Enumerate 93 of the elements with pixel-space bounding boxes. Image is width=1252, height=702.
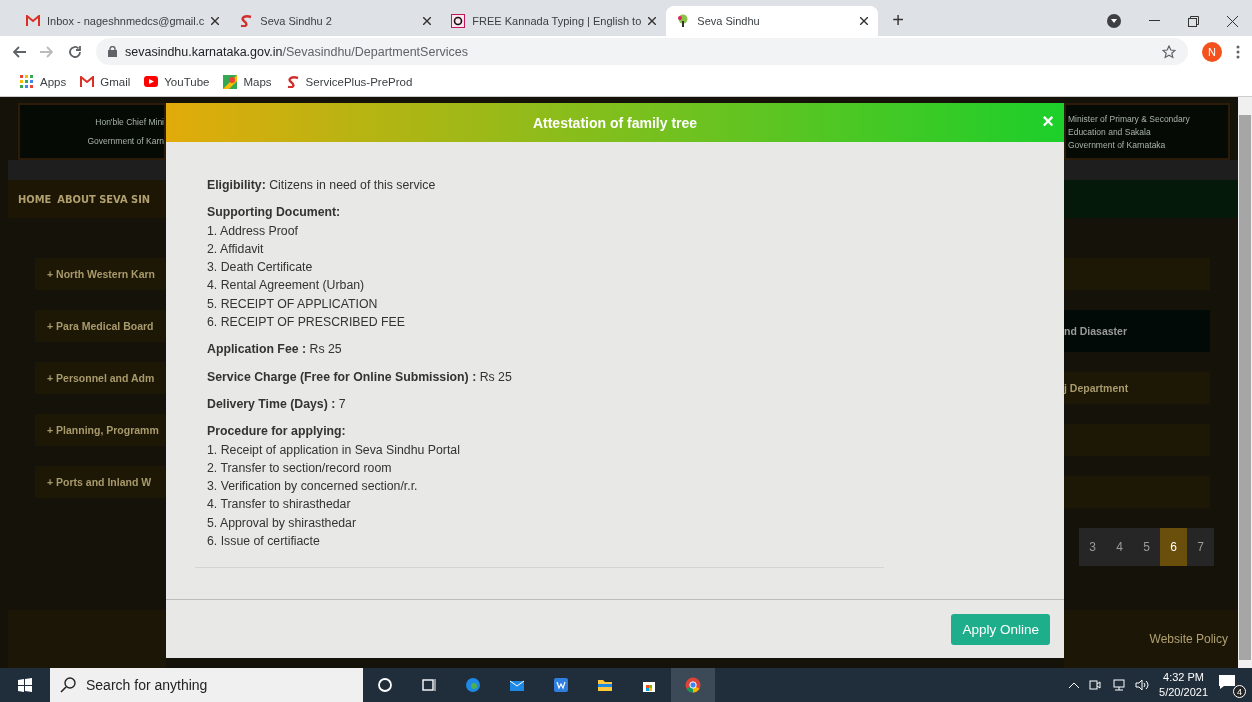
- list-item: 6. RECEIPT OF PRESCRIBED FEE: [207, 314, 406, 332]
- clock[interactable]: 4:32 PM 5/20/2021: [1159, 670, 1208, 700]
- list-item: 2. Affidavit: [207, 240, 265, 258]
- star-icon[interactable]: [1162, 44, 1176, 59]
- department-item[interactable]: nd Diasaster: [1064, 310, 1210, 352]
- folder-icon[interactable]: [597, 677, 613, 693]
- notification-badge: 4: [1233, 685, 1246, 698]
- chrome-logo-icon[interactable]: [685, 677, 701, 693]
- browser-swirl-icon[interactable]: [465, 677, 481, 693]
- back-arrow-icon[interactable]: [12, 45, 26, 58]
- nav-link[interactable]: HOME: [18, 192, 52, 206]
- modal-title: Attestation of family tree: [532, 114, 698, 131]
- section-heading: Procedure for applying:: [207, 423, 347, 441]
- search-icon: [60, 677, 76, 693]
- minimize-icon[interactable]: [1149, 20, 1160, 22]
- browser-tab[interactable]: FREE Kannada Typing | English to: [441, 6, 667, 36]
- browser-tab[interactable]: Seva Sindhu 2: [229, 6, 442, 36]
- page-button[interactable]: 5: [1133, 528, 1160, 566]
- swoosh-icon: [239, 15, 254, 27]
- department-item[interactable]: + Ports and Inland W: [35, 466, 166, 498]
- list-item: 1. Address Proof: [207, 222, 299, 240]
- close-icon[interactable]: [423, 17, 432, 25]
- page-button[interactable]: 3: [1079, 528, 1106, 566]
- list-item: 3. Verification by concerned section/r.r.: [207, 478, 419, 496]
- speaker-icon[interactable]: [1135, 679, 1150, 691]
- banner-text: Minister of Primary & Secondary: [1068, 113, 1191, 124]
- section-heading: Supporting Document:: [207, 204, 342, 222]
- bookmark-link[interactable]: ServicePlus-PreProd: [305, 75, 413, 88]
- new-tab-button[interactable]: +: [892, 9, 904, 32]
- browser-tab[interactable]: Seva Sindhu: [666, 6, 879, 36]
- windows-logo-icon[interactable]: [18, 678, 32, 692]
- bookmark-link[interactable]: Gmail: [100, 75, 131, 88]
- clock-time: 4:32 PM: [1163, 670, 1204, 685]
- detail-text: Service Charge (Free for Online Submission) : Rs 25: [207, 368, 513, 386]
- department-item[interactable]: + North Western Karn: [35, 258, 166, 290]
- bookmark-link[interactable]: Apps: [40, 75, 67, 88]
- detail-text: Eligibility: Citizens in need of this service: [207, 177, 437, 194]
- close-icon[interactable]: [1227, 15, 1238, 27]
- letter-icon: [451, 14, 466, 28]
- banner-text: Education and Sakala: [1068, 126, 1152, 137]
- scrollbar[interactable]: [1238, 97, 1252, 668]
- department-item[interactable]: + Personnel and Adm: [35, 362, 166, 394]
- network-icon[interactable]: [1111, 679, 1126, 691]
- clock-date: 5/20/2021: [1159, 685, 1208, 700]
- department-item[interactable]: + Para Medical Board: [35, 310, 166, 342]
- circle-icon[interactable]: [377, 677, 393, 693]
- url-text: sevasindhu.karnataka.gov.in/Sevasindhu/DepartmentServices: [125, 44, 469, 59]
- detail-text: Application Fee : Rs 25: [207, 341, 343, 359]
- envelope-icon: [26, 15, 40, 27]
- address-bar[interactable]: sevasindhu.karnataka.gov.in/Sevasindhu/DepartmentServices: [96, 38, 1188, 65]
- more-icon[interactable]: [1236, 44, 1240, 59]
- search-field[interactable]: Search for anything: [50, 668, 363, 702]
- bookmark-link[interactable]: YouTube: [164, 75, 210, 88]
- department-item[interactable]: j Department: [1064, 372, 1210, 404]
- list-item: 6. Issue of certifiacte: [207, 533, 321, 551]
- list-item: 2. Transfer to section/record room: [207, 459, 393, 477]
- swoosh-icon: [285, 75, 300, 88]
- list-item: 4. Rental Agreement (Urban): [207, 277, 366, 295]
- list-item: 5. RECEIPT OF APPLICATION: [207, 295, 379, 313]
- banner-text: Hon'ble Chief Mini: [95, 117, 164, 127]
- play-icon: [144, 75, 159, 88]
- bookmark-link[interactable]: Maps: [243, 75, 272, 88]
- list-item: 3. Death Certificate: [207, 259, 314, 277]
- browser-tab[interactable]: Inbox - nageshnmedcs@gmail.c: [16, 6, 230, 36]
- close-icon[interactable]: [860, 17, 869, 25]
- banner-text: Government of Karn: [87, 136, 164, 146]
- page-button[interactable]: 4: [1106, 528, 1133, 566]
- footer-link[interactable]: Website Policy: [1149, 632, 1228, 646]
- page-button[interactable]: 6: [1160, 528, 1187, 566]
- close-icon[interactable]: [211, 17, 220, 25]
- grid-icon: [20, 74, 34, 89]
- close-icon[interactable]: [648, 17, 657, 25]
- detail-text: Delivery Time (Days) : 7: [207, 395, 347, 413]
- envelope-icon: [80, 75, 95, 88]
- list-item: 1. Receipt of application in Seva Sindhu Portal: [207, 441, 461, 459]
- lock-icon: [108, 46, 117, 57]
- department-item[interactable]: + Planning, Programm: [35, 414, 166, 446]
- camera-icon[interactable]: [1089, 679, 1102, 691]
- list-item: 5. Approval by shirasthedar: [207, 514, 357, 532]
- message-icon[interactable]: [1218, 674, 1236, 690]
- nav-link[interactable]: ABOUT SEVA SIN: [57, 192, 151, 206]
- caret-up-icon[interactable]: [1069, 682, 1080, 688]
- page-button[interactable]: 7: [1187, 528, 1214, 566]
- search-input[interactable]: Search for anything: [84, 676, 344, 694]
- map-pin-icon: [223, 74, 238, 89]
- reload-icon[interactable]: [68, 44, 82, 59]
- circle-caret-icon[interactable]: [1107, 14, 1121, 28]
- scroll-thumb[interactable]: [1239, 115, 1251, 660]
- restore-icon[interactable]: [1188, 15, 1199, 27]
- task-view-icon[interactable]: [421, 677, 437, 693]
- banner-text: Government of Karnataka: [1068, 139, 1167, 150]
- document-w-icon[interactable]: [553, 677, 569, 693]
- list-item: 4. Transfer to shirasthedar: [207, 496, 352, 514]
